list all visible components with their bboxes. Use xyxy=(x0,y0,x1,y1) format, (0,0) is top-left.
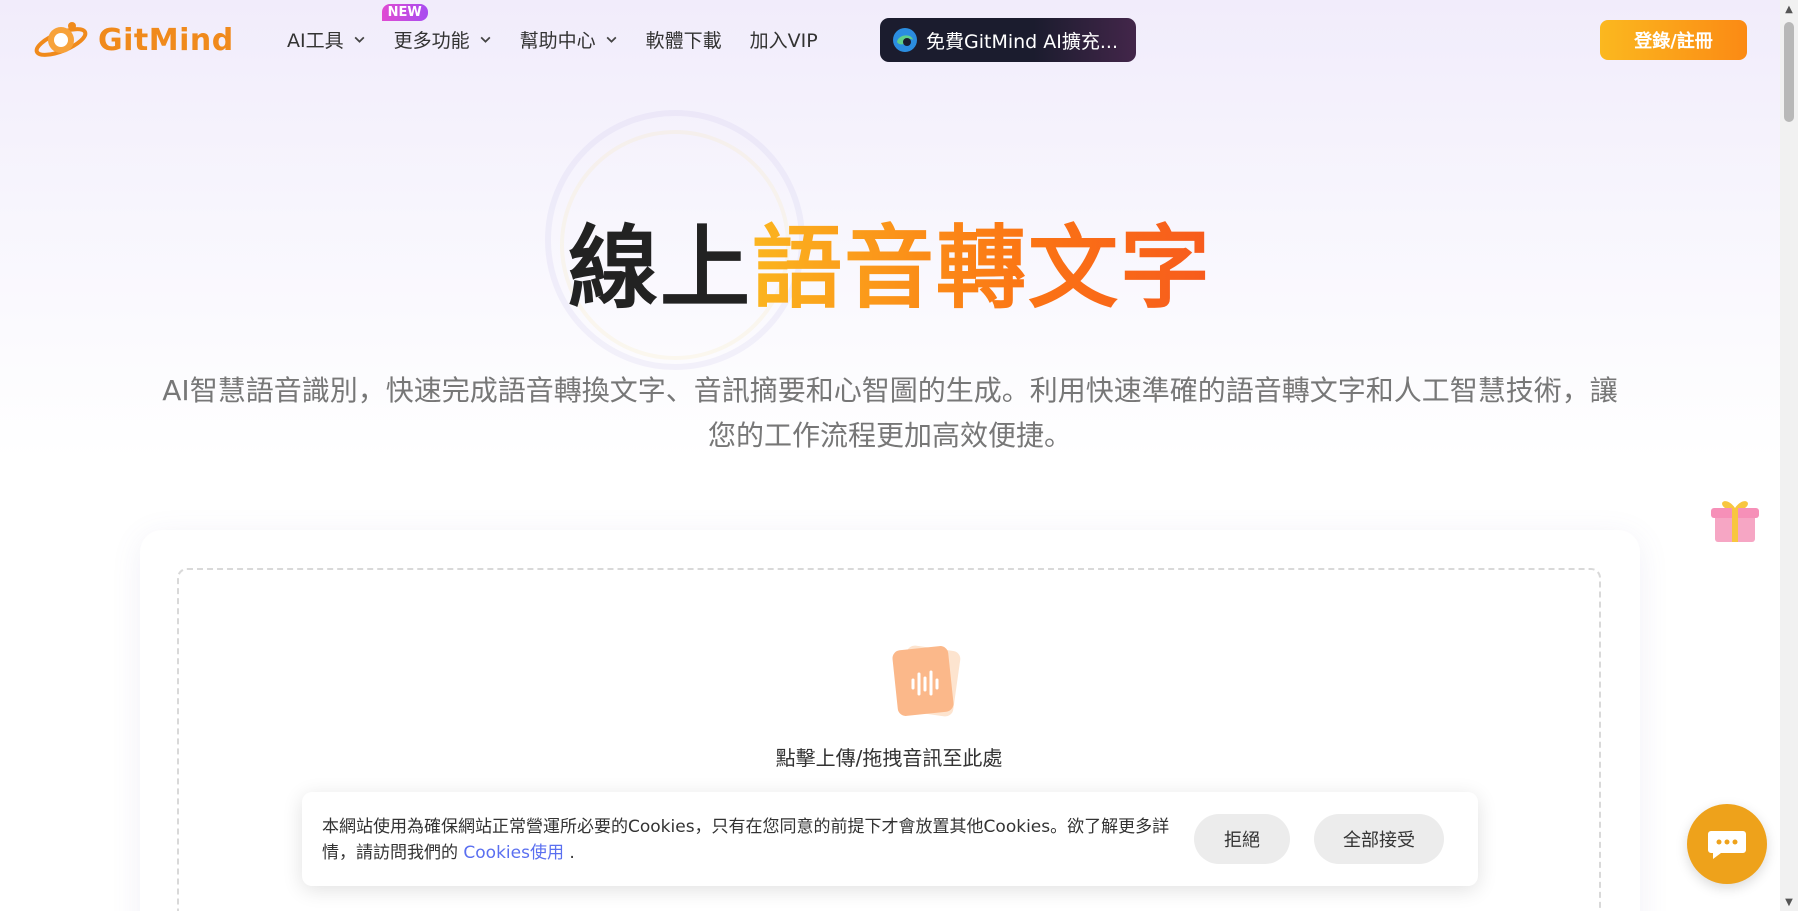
brand-name: GitMind xyxy=(98,22,234,58)
nav-join-vip[interactable]: 加入VIP xyxy=(750,26,818,53)
page-title: 線上語音轉文字 xyxy=(0,195,1780,325)
cookie-suffix: . xyxy=(569,843,575,863)
extension-button-label: 免費GitMind AI擴充... xyxy=(926,30,1118,53)
title-accent-part: 語音轉文字 xyxy=(752,216,1212,321)
scroll-up-arrow[interactable]: ▲ xyxy=(1780,0,1798,18)
new-badge: NEW xyxy=(381,4,428,21)
nav-label: 幫助中心 xyxy=(519,30,596,52)
audio-file-icon xyxy=(892,645,961,717)
logo[interactable]: GitMind xyxy=(32,18,234,62)
nav-ai-tools[interactable]: AI工具 xyxy=(287,26,366,53)
extension-button[interactable]: 免費GitMind AI擴充... xyxy=(880,18,1136,62)
gitmind-logo-icon xyxy=(34,22,88,57)
page-scrollbar[interactable]: ▲ ▼ xyxy=(1780,0,1798,911)
chat-icon xyxy=(1708,831,1746,859)
chevron-down-icon xyxy=(480,36,491,43)
nav-label: 更多功能 xyxy=(393,30,470,52)
gift-icon[interactable] xyxy=(1705,490,1765,546)
reject-cookies-button[interactable]: 拒絕 xyxy=(1194,814,1290,864)
cookie-text: 本網站使用為確保網站正常營運所必要的Cookies，只有在您同意的前提下才會放置… xyxy=(322,817,1170,863)
site-header: GitMind AI工具 NEW 更多功能 幫助中心 軟體下載 加入VIP 免費… xyxy=(0,0,1780,80)
scroll-thumb[interactable] xyxy=(1784,22,1794,122)
chevron-down-icon xyxy=(354,36,365,43)
nav-help-center[interactable]: 幫助中心 xyxy=(520,26,618,53)
main-nav: AI工具 NEW 更多功能 幫助中心 軟體下載 加入VIP xyxy=(287,4,846,53)
nav-download[interactable]: 軟體下載 xyxy=(646,26,722,53)
chevron-down-icon xyxy=(606,36,617,43)
login-register-button[interactable]: 登錄/註冊 xyxy=(1600,20,1747,60)
edge-browser-icon xyxy=(893,28,917,52)
page-subtitle: AI智慧語音識別，快速完成語音轉換文字、音訊摘要和心智圖的生成。利用快速準確的語… xyxy=(162,374,1618,452)
nav-label: AI工具 xyxy=(287,30,344,52)
cookie-policy-link[interactable]: Cookies使用 xyxy=(463,843,564,863)
nav-more-features[interactable]: NEW 更多功能 xyxy=(381,4,492,53)
scroll-down-arrow[interactable]: ▼ xyxy=(1780,893,1798,911)
cookie-banner: 本網站使用為確保網站正常營運所必要的Cookies，只有在您同意的前提下才會放置… xyxy=(302,792,1478,886)
upload-prompt: 點擊上傳/拖拽音訊至此處 xyxy=(775,746,1003,770)
cookie-message: 本網站使用為確保網站正常營運所必要的Cookies，只有在您同意的前提下才會放置… xyxy=(322,814,1182,866)
title-dark-part: 線上 xyxy=(568,216,752,321)
chat-button[interactable] xyxy=(1687,804,1767,884)
nav-label: 軟體下載 xyxy=(645,30,722,52)
page: GitMind AI工具 NEW 更多功能 幫助中心 軟體下載 加入VIP 免費… xyxy=(0,0,1780,911)
accept-all-cookies-button[interactable]: 全部接受 xyxy=(1314,814,1444,864)
nav-label: 加入VIP xyxy=(749,30,818,52)
